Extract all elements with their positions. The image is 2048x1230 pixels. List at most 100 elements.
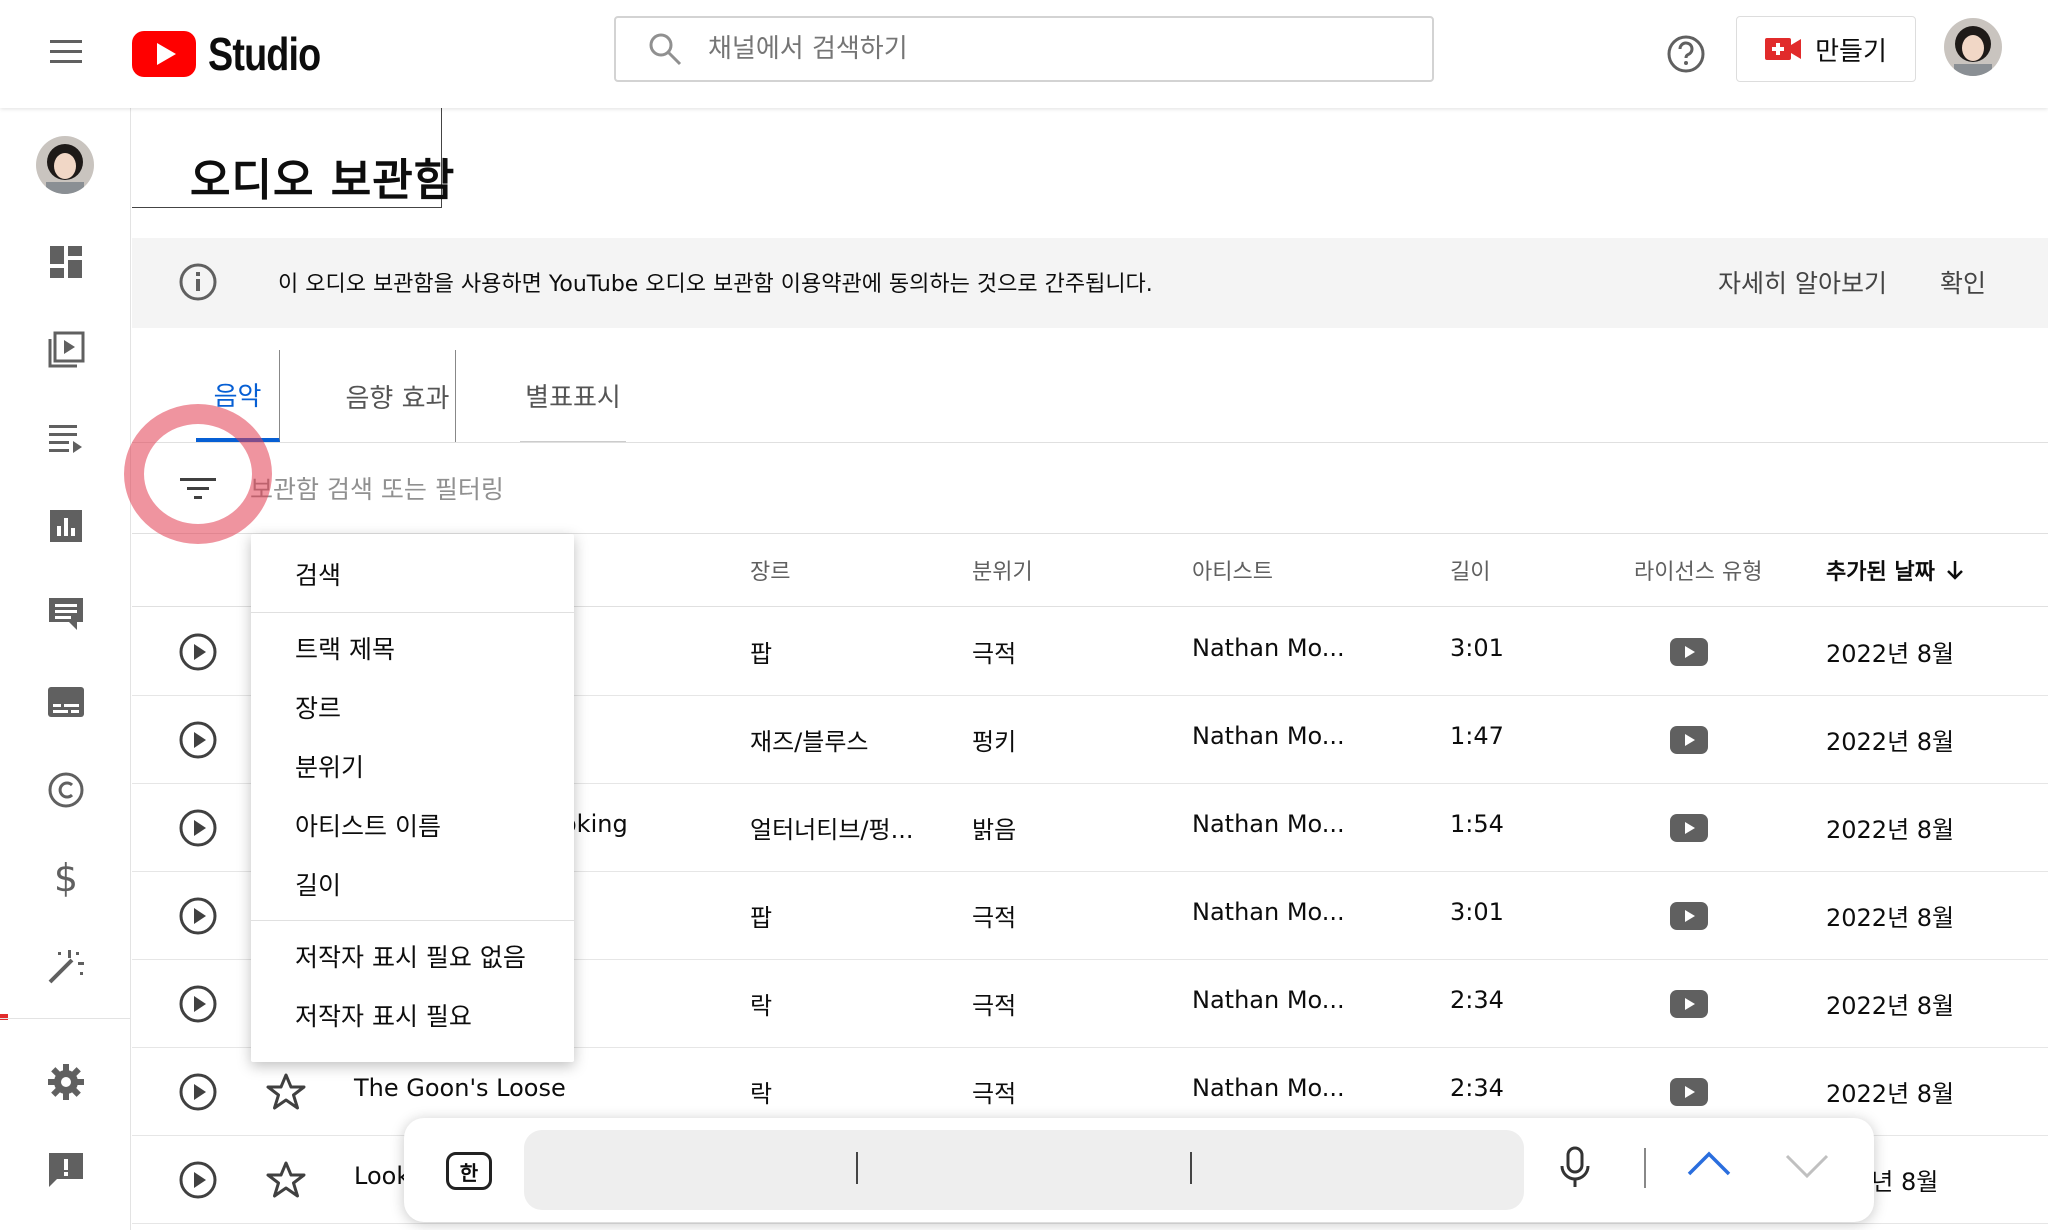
copyright-icon[interactable] bbox=[40, 764, 92, 816]
track-artist[interactable]: Nathan Mo... bbox=[1192, 722, 1345, 750]
header-artist[interactable]: 아티스트 bbox=[1192, 554, 1273, 586]
suggestion-divider bbox=[1190, 1152, 1192, 1184]
header-duration[interactable]: 길이 bbox=[1450, 554, 1490, 586]
play-icon[interactable] bbox=[178, 896, 218, 936]
track-artist[interactable]: Nathan Mo... bbox=[1192, 1074, 1345, 1102]
keyboard-suggestion-bar[interactable] bbox=[524, 1130, 1524, 1210]
notice-text: 이 오디오 보관함을 사용하면 YouTube 오디오 보관함 이용약관에 동의… bbox=[278, 272, 1153, 297]
sidebar: $ bbox=[0, 108, 131, 1230]
menu-item-track-title[interactable]: 트랙 제목 bbox=[295, 630, 395, 666]
track-duration: 2:34 bbox=[1450, 986, 1504, 1014]
menu-divider bbox=[251, 612, 574, 613]
filter-dropdown-menu: 검색 트랙 제목 장르 분위기 아티스트 이름 길이 저작자 표시 필요 없음 … bbox=[251, 534, 574, 1062]
menu-item-artist-name[interactable]: 아티스트 이름 bbox=[295, 807, 441, 843]
youtube-license-icon bbox=[1670, 1078, 1708, 1106]
settings-gear-icon[interactable] bbox=[40, 1056, 92, 1108]
track-genre: 재즈/블루스 bbox=[750, 728, 869, 756]
play-icon[interactable] bbox=[178, 720, 218, 760]
track-duration: 1:54 bbox=[1450, 810, 1504, 838]
youtube-license-icon bbox=[1670, 902, 1708, 930]
track-date-added: 2022년 8월 bbox=[1826, 1080, 1955, 1108]
sort-down-arrow-icon bbox=[1945, 559, 1965, 581]
account-avatar[interactable] bbox=[1944, 18, 2002, 76]
track-genre: 팝 bbox=[750, 904, 773, 932]
learn-more-link[interactable]: 자세히 알아보기 bbox=[1718, 264, 1887, 300]
keyboard-toolbar: 한 bbox=[404, 1118, 1874, 1222]
page-title: 오디오 보관함 bbox=[190, 155, 456, 206]
customization-wand-icon[interactable] bbox=[40, 940, 92, 992]
channel-search-box[interactable] bbox=[614, 16, 1434, 82]
header-mood[interactable]: 분위기 bbox=[972, 554, 1033, 586]
track-date-added: 2022년 8월 bbox=[1826, 904, 1955, 932]
menu-item-genre[interactable]: 장르 bbox=[295, 689, 341, 725]
create-button[interactable]: 만들기 bbox=[1736, 16, 1916, 82]
track-genre: 팝 bbox=[750, 640, 773, 668]
menu-item-search[interactable]: 검색 bbox=[295, 556, 341, 592]
analytics-icon[interactable] bbox=[40, 500, 92, 552]
track-duration: 3:01 bbox=[1450, 634, 1504, 662]
youtube-license-icon bbox=[1670, 814, 1708, 842]
menu-item-no-attribution[interactable]: 저작자 표시 필요 없음 bbox=[295, 938, 526, 974]
top-bar: Studio 만들기 bbox=[0, 0, 2048, 108]
feedback-icon[interactable] bbox=[40, 1144, 92, 1196]
dashboard-icon[interactable] bbox=[40, 236, 92, 288]
search-input[interactable] bbox=[708, 34, 1308, 64]
playlists-icon[interactable] bbox=[40, 412, 92, 464]
track-duration: 1:47 bbox=[1450, 722, 1504, 750]
help-icon[interactable] bbox=[1660, 28, 1712, 80]
comments-icon[interactable] bbox=[40, 588, 92, 640]
suggestion-divider bbox=[856, 1152, 858, 1184]
tab-sound-effects[interactable]: 음향 효과 bbox=[340, 350, 456, 442]
content-icon[interactable] bbox=[40, 324, 92, 376]
track-mood: 펑키 bbox=[972, 728, 1017, 756]
chevron-up-icon[interactable] bbox=[1686, 1148, 1732, 1178]
star-icon[interactable] bbox=[266, 1072, 306, 1112]
play-icon[interactable] bbox=[178, 1160, 218, 1200]
track-duration: 3:01 bbox=[1450, 898, 1504, 926]
play-icon[interactable] bbox=[178, 632, 218, 672]
chevron-down-icon[interactable] bbox=[1784, 1152, 1830, 1182]
menu-item-duration[interactable]: 길이 bbox=[295, 866, 341, 902]
track-artist[interactable]: Nathan Mo... bbox=[1192, 986, 1345, 1014]
search-icon bbox=[648, 32, 682, 66]
sidebar-divider bbox=[0, 1018, 131, 1019]
track-date-added: 2022년 8월 bbox=[1826, 640, 1955, 668]
menu-item-attribution-required[interactable]: 저작자 표시 필요 bbox=[295, 997, 472, 1033]
menu-item-mood[interactable]: 분위기 bbox=[295, 748, 364, 784]
subtitles-icon[interactable] bbox=[40, 676, 92, 728]
header-genre[interactable]: 장르 bbox=[750, 554, 790, 586]
track-genre: 락 bbox=[750, 992, 773, 1020]
logo-text: Studio bbox=[208, 28, 321, 80]
play-icon[interactable] bbox=[178, 1072, 218, 1112]
tap-indicator bbox=[124, 404, 272, 544]
track-date-added: 2022년 8월 bbox=[1826, 816, 1955, 844]
info-icon bbox=[178, 262, 218, 302]
studio-logo[interactable]: Studio bbox=[132, 24, 345, 84]
play-icon[interactable] bbox=[178, 984, 218, 1024]
track-artist[interactable]: Nathan Mo... bbox=[1192, 810, 1345, 838]
play-icon[interactable] bbox=[178, 808, 218, 848]
confirm-button[interactable]: 확인 bbox=[1940, 264, 1986, 300]
track-title: The Goon's Loose bbox=[354, 1074, 566, 1102]
track-mood: 극적 bbox=[972, 1080, 1017, 1108]
hamburger-menu-icon[interactable] bbox=[40, 26, 92, 78]
channel-avatar[interactable] bbox=[36, 136, 94, 194]
earn-dollar-icon[interactable]: $ bbox=[40, 852, 92, 904]
star-icon[interactable] bbox=[266, 1160, 306, 1200]
track-mood: 극적 bbox=[972, 992, 1017, 1020]
youtube-logo-icon bbox=[132, 31, 196, 77]
youtube-license-icon bbox=[1670, 990, 1708, 1018]
toolbar-divider bbox=[1644, 1148, 1646, 1188]
track-genre: 얼터너티브/펑... bbox=[750, 816, 914, 844]
track-artist[interactable]: Nathan Mo... bbox=[1192, 634, 1345, 662]
language-toggle-key[interactable]: 한 bbox=[446, 1152, 492, 1190]
microphone-icon[interactable] bbox=[1558, 1146, 1592, 1190]
track-date-added: 2022년 8월 bbox=[1826, 728, 1955, 756]
header-date-added[interactable]: 추가된 날짜 bbox=[1826, 554, 1965, 586]
library-filter-input[interactable]: 보관함 검색 또는 필터링 bbox=[250, 470, 504, 506]
track-date-added: 2022년 8월 bbox=[1826, 992, 1955, 1020]
tab-starred[interactable]: 별표표시 bbox=[520, 350, 626, 442]
active-section-indicator bbox=[0, 1014, 8, 1020]
track-artist[interactable]: Nathan Mo... bbox=[1192, 898, 1345, 926]
header-license[interactable]: 라이선스 유형 bbox=[1634, 554, 1762, 586]
